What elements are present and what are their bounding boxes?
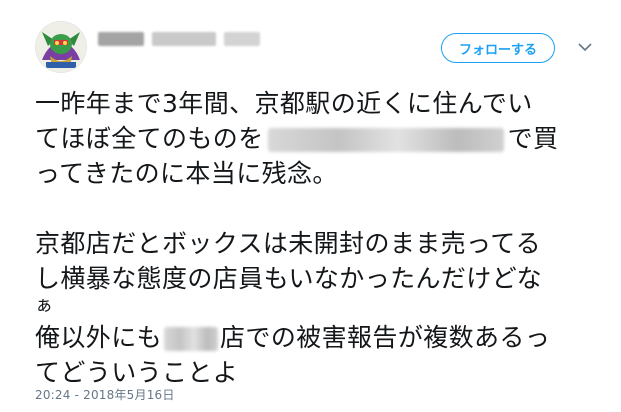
tweet-text-segment: てほぼ全てのものを (35, 124, 264, 153)
avatar-image (36, 22, 86, 72)
tweet-text-segment: てどういうことよ (35, 358, 239, 387)
redaction-block (152, 32, 216, 46)
follow-button-label: フォローする (458, 42, 537, 58)
tweet-line: ってきたのに本当に残念。 (35, 156, 595, 191)
tweet-line: 俺以外にも 店での被害報告が複数あるっ (35, 320, 595, 355)
tweet-text-segment: し横暴な態度の店員もいなかったんだけどな (35, 264, 543, 293)
tweet-timestamp[interactable]: 20:24 - 2018年5月16日 (35, 386, 175, 403)
tweet-line: ぁ (35, 295, 54, 316)
tweet-text-segment: 京都店だとボックスは未開封のまま売ってる (35, 229, 542, 258)
follow-button[interactable]: フォローする (441, 33, 555, 63)
username-redacted[interactable] (98, 31, 260, 47)
tweet-line: てほぼ全てのものを で買 (35, 121, 595, 156)
tweet-line: てどういうことよ (35, 355, 595, 390)
tweet-text: 一昨年まで3年間、京都駅の近くに住んでい てほぼ全てのものを で買 ってきたのに本… (35, 86, 595, 390)
redacted-text (267, 128, 504, 152)
tweet-text-segment: ってきたのに本当に残念。 (35, 159, 338, 188)
chevron-down-icon[interactable] (576, 38, 594, 56)
tweet-text-segment: 店での被害報告が複数あるっ (220, 323, 551, 352)
tweet-line: 一昨年まで3年間、京都駅の近くに住んでい (35, 86, 595, 121)
redacted-text (164, 327, 219, 351)
tweet-line: し横暴な態度の店員もいなかったんだけどな (35, 261, 595, 296)
redaction-block (98, 32, 144, 46)
tweet-text-segment: で買 (507, 124, 559, 153)
redaction-block (224, 32, 260, 46)
tweet-text-segment: 俺以外にも (35, 323, 163, 352)
tweet-line: 京都店だとボックスは未開封のまま売ってる (35, 226, 595, 261)
avatar[interactable] (36, 22, 86, 72)
tweet-text-segment: 一昨年まで3年間、京都駅の近くに住んでい (35, 89, 533, 118)
